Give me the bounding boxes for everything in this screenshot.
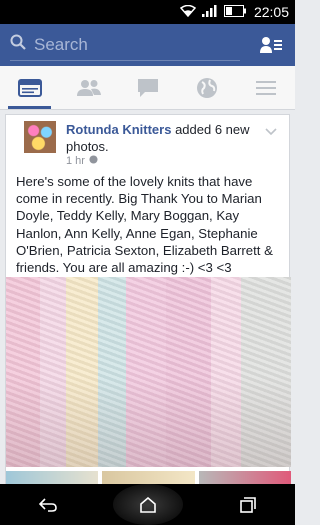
search-placeholder: Search [34, 34, 88, 54]
recent-apps-button[interactable] [218, 484, 278, 525]
back-icon [38, 497, 57, 512]
post-body: Here's some of the lovely knits that hav… [16, 174, 273, 276]
menu-icon [255, 80, 276, 95]
back-button[interactable] [18, 484, 78, 525]
post-card: Rotunda Knitters added 6 new photos. 1 h… [5, 114, 291, 484]
photo-thumbnail[interactable] [102, 471, 195, 484]
tab-more[interactable] [236, 66, 295, 109]
globe-small-icon [89, 155, 98, 167]
news-feed-icon [17, 78, 42, 97]
battery-icon [223, 4, 246, 20]
search-input[interactable]: Search [10, 29, 240, 61]
post-options-button[interactable] [265, 123, 277, 141]
system-nav-bar [0, 484, 295, 525]
post-time[interactable]: 1 hr [66, 155, 85, 167]
chat-bubble-icon [137, 78, 158, 97]
friend-requests-icon [260, 37, 282, 53]
app-header: Search [0, 24, 295, 66]
news-feed: Rotunda Knitters added 6 new photos. 1 h… [0, 110, 295, 484]
status-bar: 22:05 [0, 0, 295, 24]
home-icon [139, 496, 156, 513]
home-button[interactable] [112, 484, 183, 525]
recent-apps-icon [239, 496, 256, 513]
search-icon [10, 34, 26, 55]
tab-messages[interactable] [118, 66, 177, 109]
friend-requests-button[interactable] [257, 31, 285, 59]
globe-icon [196, 77, 217, 98]
photo-thumbnail[interactable] [198, 471, 291, 484]
clock: 22:05 [253, 4, 289, 20]
wifi-icon [179, 4, 197, 20]
signal-icon [201, 4, 218, 20]
avatar[interactable] [24, 121, 56, 153]
friends-icon [76, 79, 101, 96]
author-link[interactable]: Rotunda Knitters [66, 122, 171, 137]
tab-news-feed[interactable] [0, 66, 59, 109]
photo-thumbnail[interactable] [6, 471, 99, 484]
post-header: Rotunda Knitters added 6 new photos. 1 h… [16, 121, 281, 173]
photo-thumbnails [6, 471, 291, 484]
post-title: Rotunda Knitters added 6 new photos. [66, 121, 266, 155]
post-photo[interactable] [6, 277, 291, 467]
tab-friends[interactable] [59, 66, 118, 109]
tab-notifications[interactable] [177, 66, 236, 109]
tab-bar [0, 66, 295, 110]
post-meta: 1 hr [66, 155, 98, 167]
chevron-down-icon [265, 128, 277, 136]
